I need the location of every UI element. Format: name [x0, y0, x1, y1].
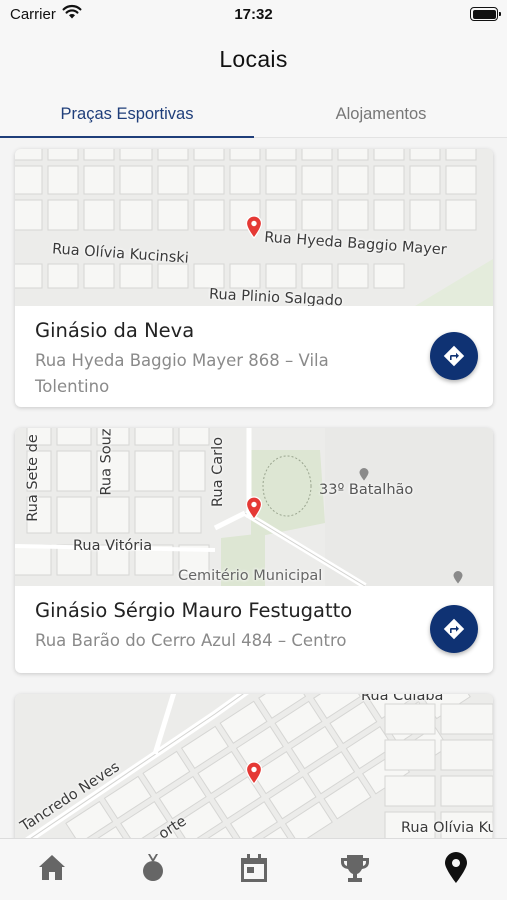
location-pin-icon	[445, 852, 467, 883]
place-address: Rua Barão do Cerro Azul 484 – Centro	[35, 631, 347, 650]
battery-icon	[470, 7, 501, 21]
clock: 17:32	[234, 6, 273, 23]
trophy-icon	[341, 855, 369, 882]
home-icon	[39, 855, 65, 880]
map-poi-label: 33º Batalhão	[319, 482, 414, 498]
map-poi-icon	[359, 468, 369, 481]
map-pin-icon	[245, 761, 263, 785]
place-card[interactable]: Rua Cuiabá Tancredo Neves Rua Olívia Ku …	[15, 694, 493, 838]
tab-pracas-esportivas[interactable]: Praças Esportivas	[0, 90, 254, 138]
map-preview[interactable]: Rua Sete de Rua Souz Rua Carlo Rua Vitór…	[15, 428, 493, 586]
directions-button[interactable]	[430, 332, 478, 380]
calendar-icon	[241, 854, 267, 882]
map-preview[interactable]: Rua Olívia Kucinski Rua Hyeda Baggio May…	[15, 149, 493, 306]
place-card[interactable]: Rua Olívia Kucinski Rua Hyeda Baggio May…	[15, 149, 493, 407]
directions-icon	[443, 345, 465, 367]
page-title: Locais	[219, 46, 288, 72]
tab-trophy[interactable]	[338, 851, 372, 885]
tab-alojamentos[interactable]: Alojamentos	[254, 90, 507, 138]
tab-locations[interactable]	[439, 851, 473, 885]
place-name: Ginásio Sérgio Mauro Festugatto	[35, 599, 353, 622]
map-poi-label: Cemitério Municipal	[178, 568, 323, 584]
map-pin-icon	[245, 496, 263, 520]
map-street-label: Rua Vitória	[73, 538, 153, 554]
map-street-label: Rua Souz	[98, 428, 115, 496]
place-address: Rua Hyeda Baggio Mayer 868 – Vila Tolent…	[35, 351, 329, 396]
navigation-header: Locais	[0, 30, 507, 90]
segment-tabs: Praças Esportivas Alojamentos	[0, 90, 507, 138]
place-name: Ginásio da Neva	[35, 319, 195, 342]
place-info: Ginásio da Neva Rua Hyeda Baggio Mayer 8…	[15, 306, 493, 407]
map-street-label: Rua Cuiabá	[361, 694, 444, 704]
place-info: Ginásio Sérgio Mauro Festugatto Rua Barã…	[15, 586, 493, 673]
map-street-label: Rua Sete de	[24, 434, 41, 522]
places-list[interactable]: Rua Olívia Kucinski Rua Hyeda Baggio May…	[0, 138, 507, 838]
map-street-label: Rua Carlo	[209, 437, 226, 507]
tab-medals[interactable]	[136, 851, 170, 885]
place-card[interactable]: Rua Sete de Rua Souz Rua Carlo Rua Vitór…	[15, 428, 493, 673]
tab-calendar[interactable]	[237, 851, 271, 885]
map-pin-icon	[245, 215, 263, 239]
map-street-label: Rua Olívia Ku	[401, 820, 493, 836]
map-preview[interactable]: Rua Cuiabá Tancredo Neves Rua Olívia Ku …	[15, 694, 493, 838]
directions-icon	[443, 618, 465, 640]
map-poi-icon	[453, 571, 463, 584]
medal-icon	[143, 854, 163, 881]
directions-button[interactable]	[430, 605, 478, 653]
bottom-tab-bar	[0, 838, 507, 900]
tab-home[interactable]	[35, 851, 69, 885]
status-bar: Carrier 17:32	[0, 0, 507, 30]
